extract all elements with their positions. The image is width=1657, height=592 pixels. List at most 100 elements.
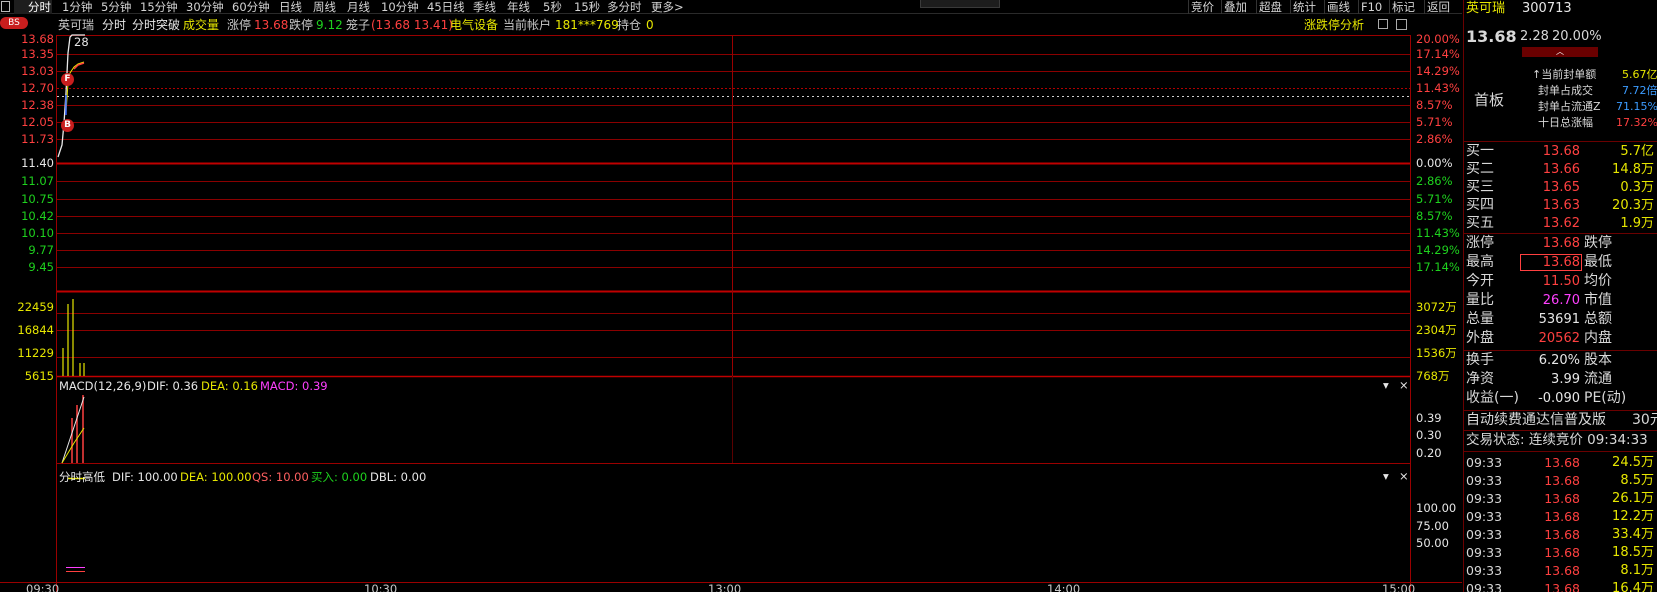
cage-label: 笼子 bbox=[346, 18, 371, 32]
quote-panel: 英可瑞 300713 13.68 2.28 20.00% ︿ 首板 ↑当前封单额… bbox=[1463, 0, 1657, 592]
period-tab-1min[interactable]: 1分钟 bbox=[62, 0, 92, 14]
stat-row: 今开 11.50 均价 bbox=[1464, 273, 1657, 290]
hl-dbl: DBL: 0.00 bbox=[370, 470, 427, 484]
bid-row[interactable]: 买三 13.65 0.3万 bbox=[1464, 179, 1657, 196]
overlay-button[interactable]: 叠加 bbox=[1221, 0, 1249, 14]
f10-button[interactable]: F10 bbox=[1358, 0, 1384, 14]
stat-value: 13.68 bbox=[1542, 236, 1580, 251]
cage-value: (13.68 13.41) bbox=[371, 18, 453, 32]
period-tab-intraday[interactable]: 分时 bbox=[14, 0, 52, 14]
bid-row[interactable]: 买五 13.62 1.9万 bbox=[1464, 215, 1657, 232]
chevron-down-icon[interactable]: ▾ bbox=[1383, 379, 1389, 392]
panel-toggle-icon[interactable] bbox=[1378, 19, 1388, 29]
period-tab-5sec[interactable]: 5秒 bbox=[543, 0, 562, 14]
stat-label: 今开 bbox=[1466, 273, 1494, 289]
macd-bars bbox=[61, 395, 85, 464]
period-tab-daily[interactable]: 日线 bbox=[279, 0, 302, 14]
period-tab-15min[interactable]: 15分钟 bbox=[140, 0, 178, 14]
stat-label: PE(动) bbox=[1584, 390, 1627, 406]
period-tab-45day[interactable]: 45日线 bbox=[427, 0, 465, 14]
tick-volume: 33.4万 bbox=[1612, 527, 1654, 542]
time-tick: 09:30 bbox=[26, 582, 60, 592]
stats-button[interactable]: 统计 bbox=[1290, 0, 1318, 14]
intraday-chart[interactable]: F B 28 13.68 13.35 13.03 12.70 12.38 12.… bbox=[0, 33, 1462, 592]
hl-title[interactable]: 分时高低 bbox=[59, 471, 105, 484]
tick-price: 13.68 bbox=[1544, 509, 1580, 524]
price-gridlines bbox=[57, 54, 1410, 268]
pct-tick: 8.57% bbox=[1416, 98, 1453, 112]
super-button[interactable]: 超盘 bbox=[1256, 0, 1284, 14]
pct-tick: 5.71% bbox=[1416, 115, 1453, 129]
stat-row: 总量 53691 总额 bbox=[1464, 311, 1657, 328]
stat-value: 20562 bbox=[1538, 331, 1580, 346]
tab-breakout[interactable]: 分时突破 bbox=[132, 18, 180, 33]
collapse-chevron-icon[interactable]: ︿ bbox=[1522, 47, 1598, 57]
auction-button[interactable]: 竞价 bbox=[1188, 0, 1216, 14]
bid-price: 13.68 bbox=[1542, 144, 1580, 159]
bid-price: 13.66 bbox=[1542, 162, 1580, 177]
close-icon[interactable]: × bbox=[1399, 470, 1409, 483]
period-tab-monthly[interactable]: 月线 bbox=[347, 0, 370, 14]
tab-volume[interactable]: 成交量 bbox=[183, 18, 219, 33]
board-label: 首板 bbox=[1474, 91, 1505, 109]
draw-button[interactable]: 画线 bbox=[1324, 0, 1352, 14]
stat-row: 换手 6.20% 股本 bbox=[1464, 352, 1657, 369]
period-tab-multi[interactable]: 多分时 bbox=[607, 0, 642, 14]
close-icon[interactable]: × bbox=[1399, 379, 1409, 392]
period-tab-30min[interactable]: 30分钟 bbox=[186, 0, 224, 14]
expand-icon[interactable] bbox=[1396, 19, 1407, 30]
hl-tick: 50.00 bbox=[1416, 536, 1449, 550]
stat-label: 收益(一) bbox=[1466, 390, 1519, 406]
limit-analysis-button[interactable]: 涨跌停分析 bbox=[1304, 18, 1364, 33]
period-tab-quarterly[interactable]: 季线 bbox=[473, 0, 496, 14]
tick-row: 09:33 13.68 24.5万 bbox=[1464, 454, 1657, 471]
period-tab-60min[interactable]: 60分钟 bbox=[232, 0, 270, 14]
limit-down-label: 跌停 bbox=[289, 18, 314, 32]
bid-row[interactable]: 买四 13.63 20.3万 bbox=[1464, 197, 1657, 214]
quote-header: 英可瑞 300713 bbox=[1464, 0, 1657, 17]
back-button[interactable]: 返回 bbox=[1424, 0, 1452, 14]
period-tab-more[interactable]: 更多> bbox=[651, 0, 684, 14]
seal-info: ↑当前封单额 5.67亿 封单占成交 7.72倍 封单占流通Z 71.15% 十日总涨… bbox=[1532, 67, 1657, 131]
window-menu-icon[interactable] bbox=[1, 1, 10, 12]
chevron-down-icon[interactable]: ▾ bbox=[1383, 470, 1389, 483]
quote-price: 13.68 bbox=[1466, 27, 1517, 46]
bs-badge[interactable]: BS bbox=[0, 17, 28, 29]
period-toolbar: 分时 1分钟 5分钟 15分钟 30分钟 60分钟 日线 周线 月线 10分钟 … bbox=[0, 0, 1462, 14]
account-label: 当前帐户 bbox=[503, 18, 552, 32]
tab-intraday[interactable]: 分时 bbox=[102, 18, 126, 33]
stat-label: 内盘 bbox=[1584, 330, 1612, 346]
tick-row: 09:33 13.68 12.2万 bbox=[1464, 508, 1657, 525]
pct-tick: 14.29% bbox=[1416, 243, 1460, 257]
bid-row[interactable]: 买二 13.66 14.8万 bbox=[1464, 161, 1657, 178]
trade-marker-f[interactable]: F bbox=[61, 73, 74, 86]
stat-label: 净资 bbox=[1466, 371, 1494, 387]
sector-label[interactable]: 电气设备 bbox=[450, 18, 498, 33]
bid-row[interactable]: 买一 13.68 5.7亿 bbox=[1464, 143, 1657, 160]
trade-marker-b[interactable]: B bbox=[61, 119, 74, 132]
period-tab-weekly[interactable]: 周线 bbox=[313, 0, 336, 14]
tick-row: 09:33 13.68 33.4万 bbox=[1464, 526, 1657, 543]
tick-row: 09:33 13.68 8.1万 bbox=[1464, 562, 1657, 579]
tick-time: 09:33 bbox=[1466, 527, 1503, 542]
period-tab-15sec[interactable]: 15秒 bbox=[574, 0, 600, 14]
tick-time: 09:33 bbox=[1466, 509, 1503, 524]
promo-banner[interactable]: 自动续费通达信普及版 30元 bbox=[1464, 412, 1657, 429]
period-tab-yearly[interactable]: 年线 bbox=[507, 0, 530, 14]
bid-volume: 1.9万 bbox=[1620, 216, 1654, 231]
price-tick: 13.68 bbox=[21, 32, 54, 46]
quote-stock-name: 英可瑞 bbox=[1466, 1, 1506, 16]
stat-row: 最高 13.68 最低 bbox=[1464, 254, 1657, 271]
dropdown-widget[interactable] bbox=[920, 0, 1000, 8]
macd-title[interactable]: MACD(12,26,9) bbox=[59, 380, 146, 393]
stat-label: 均价 bbox=[1584, 273, 1612, 289]
bid-label: 买三 bbox=[1466, 179, 1494, 195]
period-tab-5min[interactable]: 5分钟 bbox=[101, 0, 131, 14]
tick-price: 13.68 bbox=[1544, 455, 1580, 470]
hl-dif: DIF: 100.00 bbox=[112, 470, 178, 484]
price-tick: 12.38 bbox=[21, 98, 54, 112]
stat-row: 涨停 13.68 跌停 bbox=[1464, 235, 1657, 252]
mark-button[interactable]: 标记 bbox=[1389, 0, 1417, 14]
period-tab-10min[interactable]: 10分钟 bbox=[381, 0, 419, 14]
stat-value: 26.70 bbox=[1542, 293, 1580, 308]
